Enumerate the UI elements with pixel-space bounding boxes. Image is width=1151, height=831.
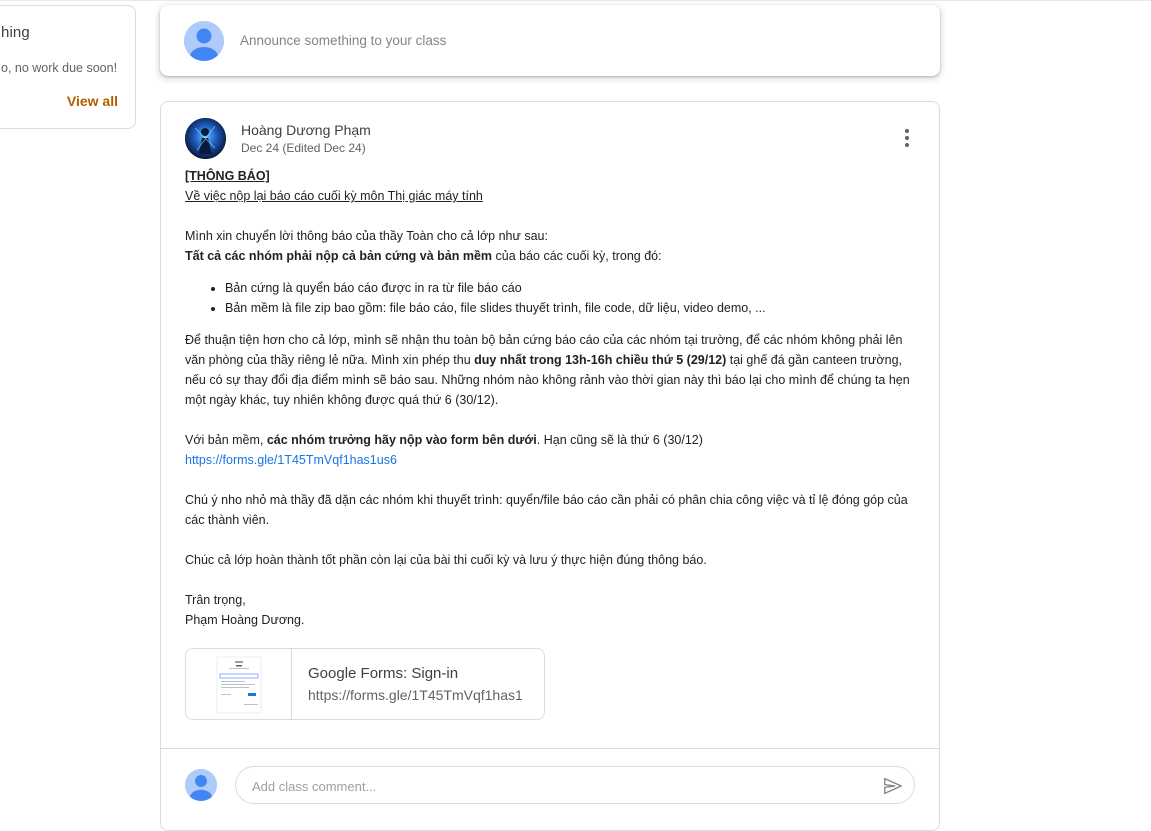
announce-placeholder: Announce something to your class	[240, 33, 447, 48]
more-vert-icon[interactable]	[895, 126, 919, 150]
post-body: [THÔNG BÁO] Về việc nộp lại báo cáo cuối…	[185, 166, 920, 630]
link-attachment[interactable]: Google Forms: Sign-in https://forms.gle/…	[185, 648, 545, 720]
comment-divider	[161, 748, 939, 749]
announcement-post: Hoàng Dương Phạm Dec 24 (Edited Dec 24) …	[160, 101, 940, 831]
post-requirement: Tất cả các nhóm phải nộp cả bản cứng và …	[185, 249, 662, 263]
post-paragraph-hardcopy: Để thuận tiện hơn cho cả lớp, mình sẽ nh…	[185, 333, 910, 407]
post-signoff: Trân trọng,	[185, 593, 246, 607]
author-name: Hoàng Dương Phạm	[241, 122, 371, 138]
post-date: Dec 24 (Edited Dec 24)	[241, 141, 366, 155]
post-signature: Phạm Hoàng Dương.	[185, 613, 305, 627]
attachment-title: Google Forms: Sign-in	[308, 665, 459, 682]
post-paragraph-closing: Chúc cả lớp hoàn thành tốt phần còn lại …	[185, 553, 707, 567]
comment-input[interactable]	[250, 776, 850, 796]
list-item: Bản cứng là quyển báo cáo được in ra từ …	[225, 278, 920, 298]
upcoming-subtitle: o, no work due soon!	[1, 61, 118, 75]
attachment-thumbnail	[186, 649, 292, 719]
user-avatar-icon	[185, 769, 217, 801]
post-paragraph-softcopy: Với bản mềm, các nhóm trưởng hãy nộp vào…	[185, 433, 703, 447]
post-heading: [THÔNG BÁO]	[185, 169, 270, 183]
post-subheading: Về việc nộp lại báo cáo cuối kỳ môn Thị …	[185, 189, 483, 203]
user-avatar-icon	[184, 21, 224, 61]
upcoming-title: hing	[1, 24, 30, 41]
upcoming-card: hing o, no work due soon! View all	[0, 5, 136, 129]
form-link[interactable]: https://forms.gle/1T45TmVqf1has1us6	[185, 453, 397, 467]
post-bullet-list: Bản cứng là quyển báo cáo được in ra từ …	[185, 278, 920, 318]
comment-field[interactable]	[235, 766, 915, 804]
top-divider	[0, 0, 1151, 2]
send-icon[interactable]	[882, 775, 904, 797]
announce-composer[interactable]: Announce something to your class	[160, 5, 940, 76]
view-all-link[interactable]: View all	[67, 93, 118, 109]
author-avatar	[185, 118, 226, 159]
list-item: Bản mềm là file zip bao gồm: file báo cá…	[225, 298, 920, 318]
post-paragraph-note: Chú ý nho nhỏ mà thầy đã dặn các nhóm kh…	[185, 493, 908, 527]
post-intro: Mình xin chuyển lời thông báo của thầy T…	[185, 229, 548, 243]
attachment-url: https://forms.gle/1T45TmVqf1has1us6	[308, 687, 522, 703]
